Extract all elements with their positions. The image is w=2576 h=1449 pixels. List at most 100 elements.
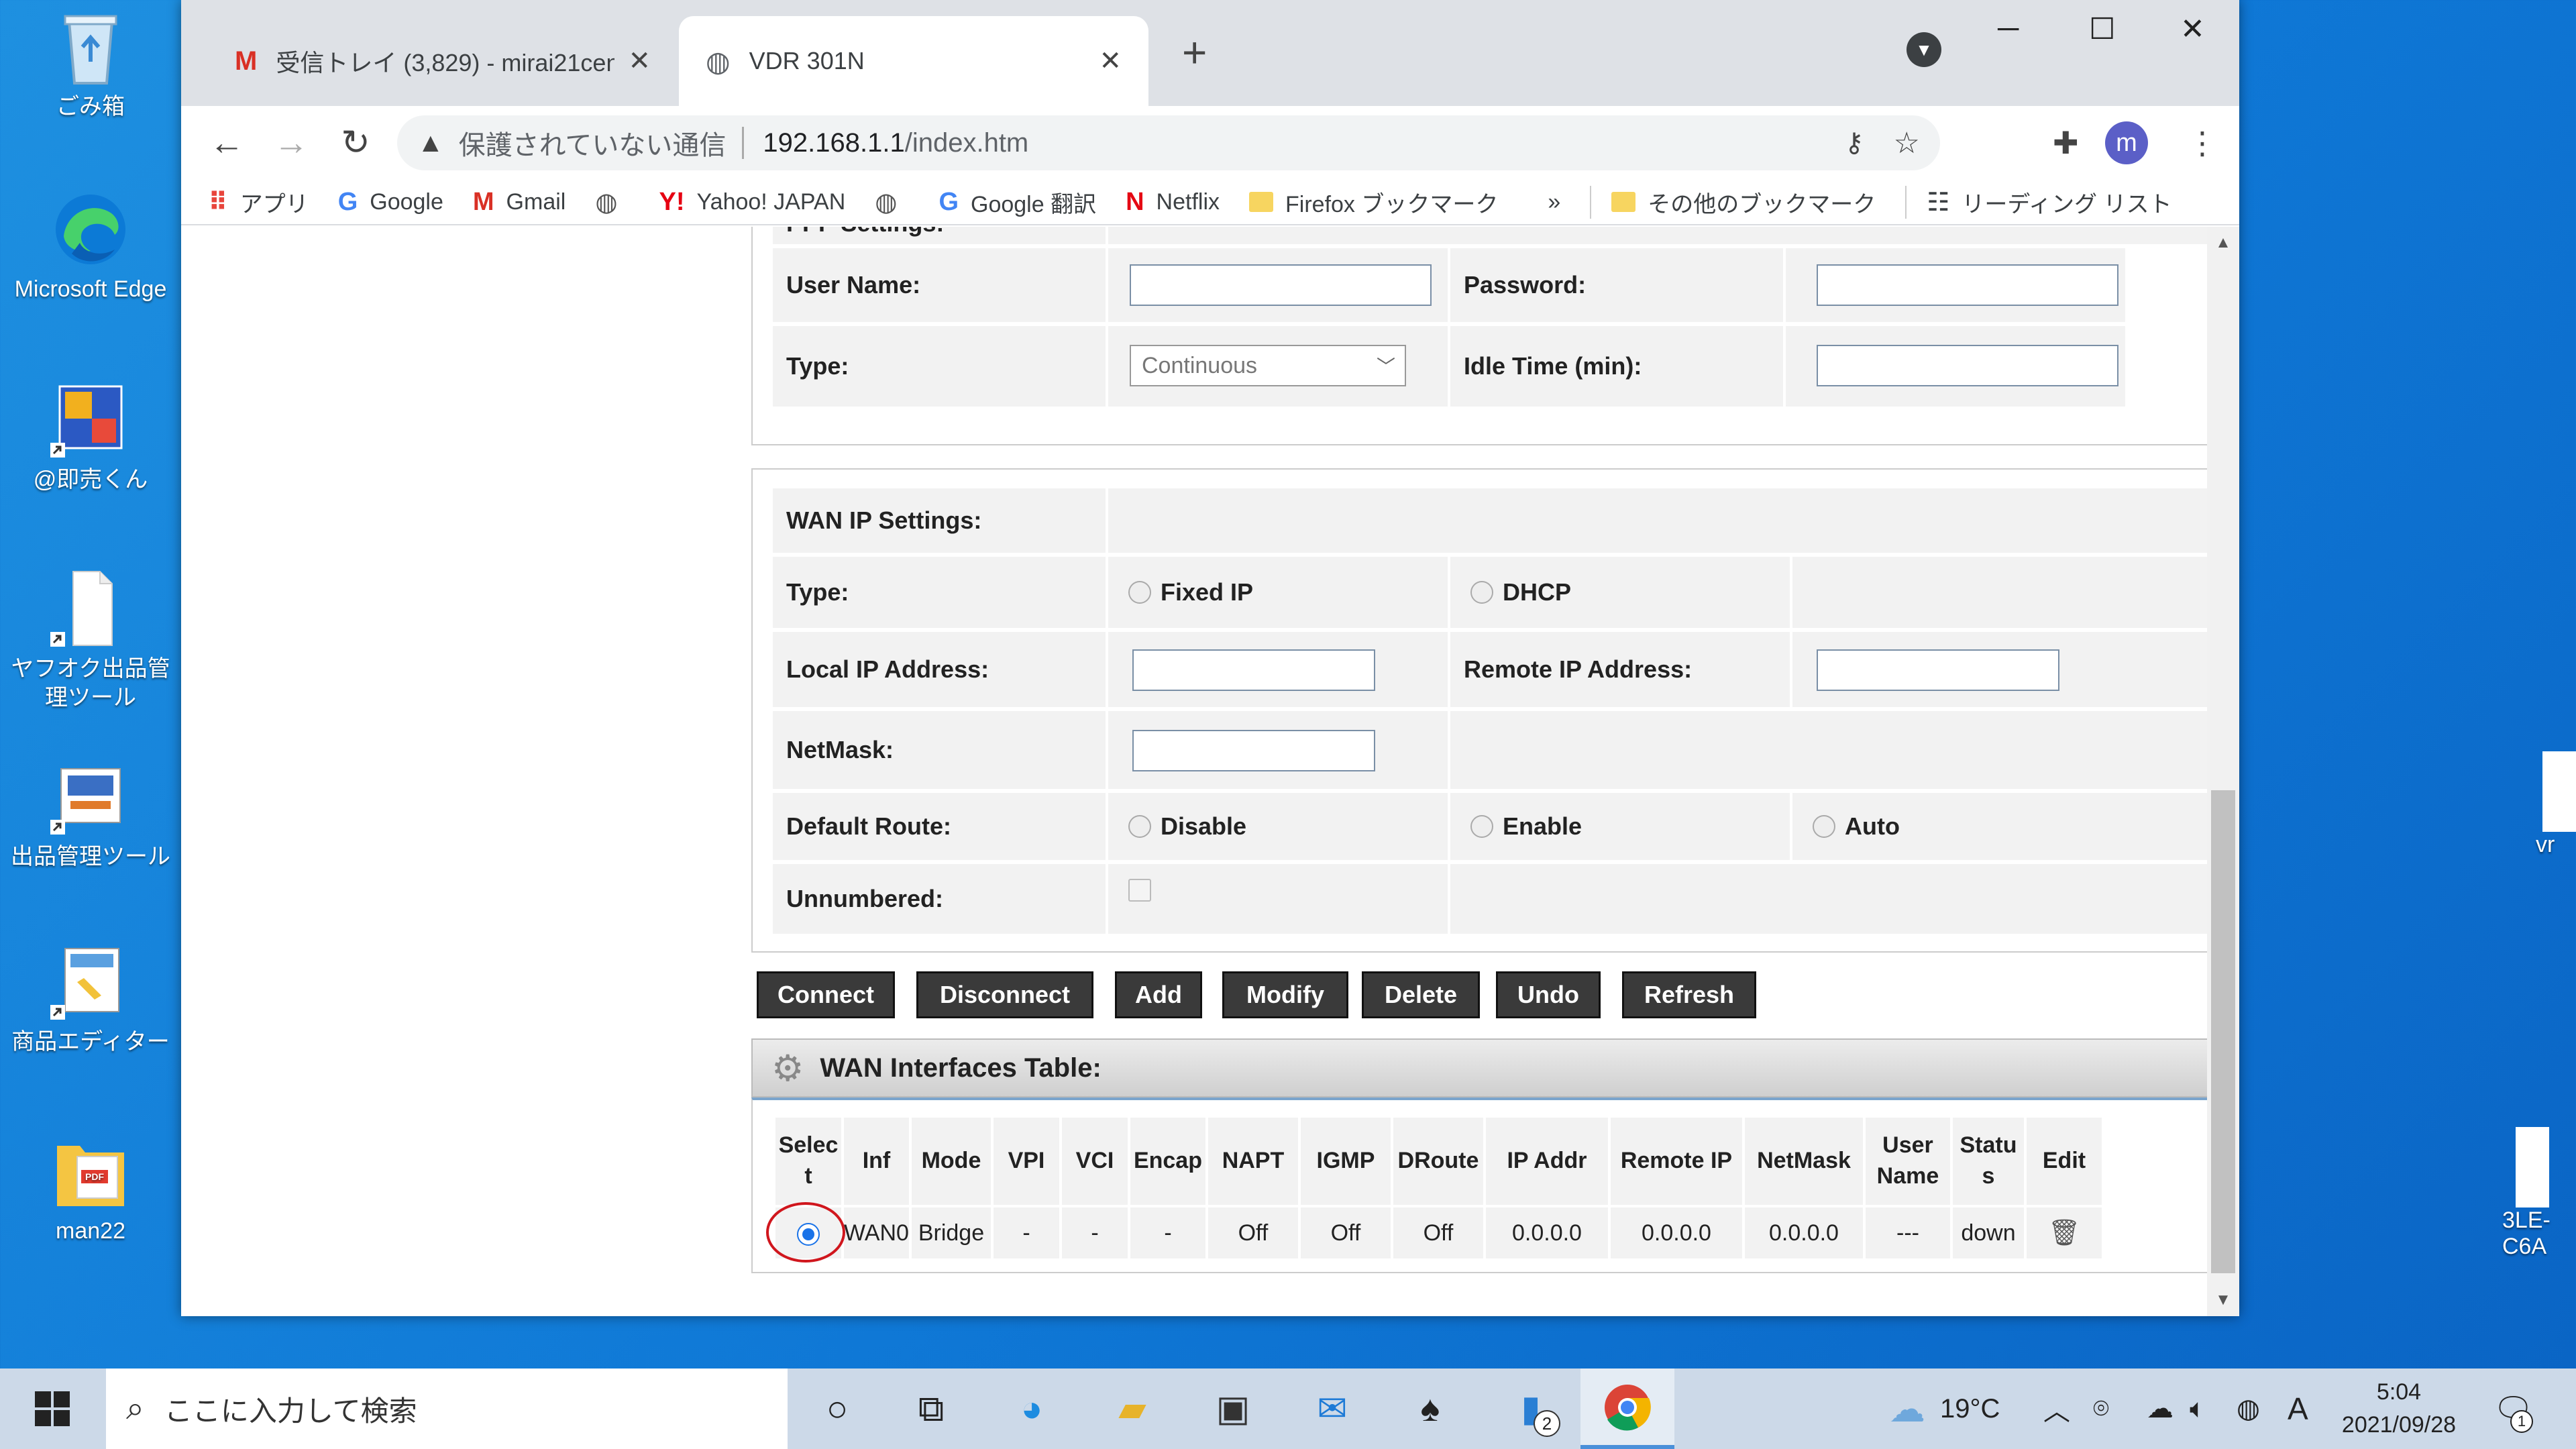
bookmark-translate[interactable]: G Google 翻訳 (938, 186, 1096, 219)
sokubai-app-icon (50, 380, 131, 460)
page-scrollbar[interactable]: ▲ ▼ (2207, 227, 2239, 1316)
tab-vdr301n[interactable]: ◍ VDR 301N ✕ (679, 16, 1148, 106)
fixed-ip-option[interactable]: Fixed IP (1108, 557, 1448, 628)
clock[interactable]: 5:04 2021/09/28 (2332, 1368, 2466, 1449)
bookmark-firefox-folder[interactable]: Firefox ブックマーク (1249, 186, 1498, 219)
idle-time-input[interactable] (1817, 345, 2118, 386)
desktop-icon-shuppin-tool[interactable]: 出品管理ツール (0, 757, 181, 871)
tab-gmail[interactable]: M 受信トレイ (3,829) - mirai21cen@g ✕ (208, 16, 678, 106)
file-explorer-icon[interactable]: ▰ (1107, 1383, 1158, 1434)
chrome-taskbar-button[interactable] (1580, 1368, 1674, 1449)
taskbar-search-box[interactable]: ⌕ ここに入力して検索 (106, 1368, 788, 1449)
store-icon[interactable]: ▣ (1208, 1383, 1258, 1434)
star-icon[interactable]: ☆ (1894, 126, 1920, 160)
desktop-icon-label: 商品エディター (11, 1029, 170, 1055)
route-enable-option[interactable]: Enable (1450, 793, 1790, 860)
tab-search-icon[interactable]: ▼ (1907, 32, 1941, 67)
menu-icon[interactable]: ⋮ (2187, 125, 2218, 161)
reload-icon[interactable]: ↻ (323, 123, 388, 163)
windows-start-icon[interactable] (27, 1383, 78, 1434)
desktop-icon-yahuoku-tool[interactable]: ヤフオク出品管理ツール (0, 569, 181, 712)
refresh-button[interactable]: Refresh (1622, 971, 1756, 1018)
scroll-down-icon[interactable]: ▼ (2207, 1291, 2239, 1309)
password-input[interactable] (1817, 264, 2118, 306)
local-ip-input[interactable] (1132, 649, 1375, 691)
bookmark-globe-1[interactable]: ◍ (595, 187, 629, 217)
desktop-icon-man22[interactable]: PDF man22 (0, 1131, 181, 1246)
table-cell: down (1952, 1208, 2024, 1258)
weather-widget[interactable]: ☁ 19°C (1889, 1368, 2000, 1449)
new-tab-icon[interactable]: + (1182, 31, 1207, 74)
bookmark-google[interactable]: G Google (338, 188, 443, 217)
route-auto-radio[interactable] (1813, 815, 1835, 838)
mail-icon[interactable]: ✉ (1307, 1383, 1358, 1434)
ime-indicator[interactable]: A (2288, 1368, 2308, 1449)
network-globe-icon[interactable]: ◍ (2237, 1368, 2260, 1449)
other-bookmarks[interactable]: その他のブックマーク (1590, 185, 1876, 219)
desktop-icon-sokubai[interactable]: @即売くん (0, 380, 181, 494)
maximize-icon[interactable]: ☐ (2089, 12, 2115, 46)
route-disable-radio[interactable] (1128, 815, 1151, 838)
unnumbered-fill (1450, 864, 2207, 934)
reading-list[interactable]: ☷ リーディング リスト (1905, 185, 2171, 219)
undo-button[interactable]: Undo (1496, 971, 1601, 1018)
bookmark-netflix[interactable]: N Netflix (1126, 188, 1220, 217)
desktop-icon-item-editor[interactable]: 商品エディター (0, 942, 181, 1057)
close-tab-icon[interactable]: ✕ (1099, 46, 1122, 76)
bookmark-gmail[interactable]: M Gmail (473, 188, 566, 217)
wan-interfaces-table: Selec t Inf Mode VPI VCI Encap NAPT IGMP DRoute I… (766, 1115, 2104, 1263)
onedrive-icon[interactable]: ☁ (2147, 1368, 2174, 1449)
route-auto-option[interactable]: Auto (1792, 793, 2207, 860)
connect-button[interactable]: Connect (757, 971, 895, 1018)
modify-button[interactable]: Modify (1222, 971, 1348, 1018)
extensions-icon[interactable]: ✚ (2053, 125, 2079, 161)
column-header: Encap (1130, 1118, 1205, 1205)
bookmarks-more-button[interactable]: » (1548, 189, 1560, 215)
forward-icon[interactable]: → (259, 123, 323, 163)
notification-icon[interactable]: 🗨︎ 1 (2493, 1368, 2534, 1449)
bookmark-globe-2[interactable]: ◍ (875, 187, 909, 217)
username-input[interactable] (1130, 264, 1432, 306)
desktop-icon-partial-vr[interactable]: vr (2536, 751, 2576, 858)
netmask-input[interactable] (1132, 730, 1375, 771)
add-button[interactable]: Add (1115, 971, 1202, 1018)
unnumbered-checkbox[interactable] (1128, 879, 1151, 902)
close-tab-icon[interactable]: ✕ (628, 46, 651, 76)
scroll-up-icon[interactable]: ▲ (2207, 233, 2239, 252)
solitaire-icon[interactable]: ♠ (1405, 1383, 1456, 1434)
profile-avatar[interactable]: m (2105, 121, 2148, 164)
route-disable-option[interactable]: Disable (1108, 793, 1448, 860)
column-header: IP Addr (1485, 1118, 1608, 1205)
delete-button[interactable]: Delete (1362, 971, 1480, 1018)
volume-icon[interactable]: 🔈︎ (2190, 1368, 2206, 1449)
show-hidden-icons[interactable]: ︿ (2043, 1368, 2070, 1449)
camera-icon[interactable]: ⌾ (2093, 1368, 2109, 1449)
address-bar[interactable]: ▲ 保護されていない通信 192.168.1.1/index.htm ⚷ ☆ (397, 115, 1940, 170)
security-status: 保護されていない通信 (458, 131, 727, 160)
back-icon[interactable]: ← (195, 123, 259, 163)
desktop-icon-partial-c6a[interactable]: 3LE-C6A (2502, 1127, 2576, 1260)
desktop-icon-recycle-bin[interactable]: ごみ箱 (0, 7, 181, 121)
dhcp-radio[interactable] (1470, 581, 1493, 604)
remote-ip-input[interactable] (1817, 649, 2059, 691)
url-host: 192.168.1.1 (763, 127, 905, 158)
key-icon[interactable]: ⚷ (1844, 127, 1864, 158)
trash-icon[interactable]: 🗑︎ (2048, 1219, 2080, 1247)
scrollbar-thumb[interactable] (2211, 790, 2235, 1273)
minimize-icon[interactable]: ─ (1998, 12, 2019, 46)
task-view-icon[interactable]: ⧉ (906, 1383, 957, 1434)
route-enable-radio[interactable] (1470, 815, 1493, 838)
explorer-group-icon[interactable]: ▮ 2 (1505, 1383, 1560, 1437)
warning-icon: ▲ (417, 127, 444, 158)
cortana-icon[interactable]: ○ (812, 1383, 863, 1434)
bookmark-yahoo[interactable]: Y! Yahoo! JAPAN (659, 188, 846, 217)
desktop-icon-edge[interactable]: Microsoft Edge (0, 189, 181, 304)
fixed-ip-radio[interactable] (1128, 581, 1151, 604)
edge-taskbar-icon[interactable]: ◕ (1006, 1383, 1057, 1434)
table-cell: 0.0.0.0 (1610, 1208, 1742, 1258)
disconnect-button[interactable]: Disconnect (916, 971, 1093, 1018)
dhcp-option[interactable]: DHCP (1450, 557, 1790, 628)
close-window-icon[interactable]: ✕ (2180, 12, 2205, 46)
bookmark-apps[interactable]: ⠿ アプリ (208, 186, 309, 219)
ppp-type-select[interactable]: Continuous ﹀ (1130, 345, 1406, 386)
